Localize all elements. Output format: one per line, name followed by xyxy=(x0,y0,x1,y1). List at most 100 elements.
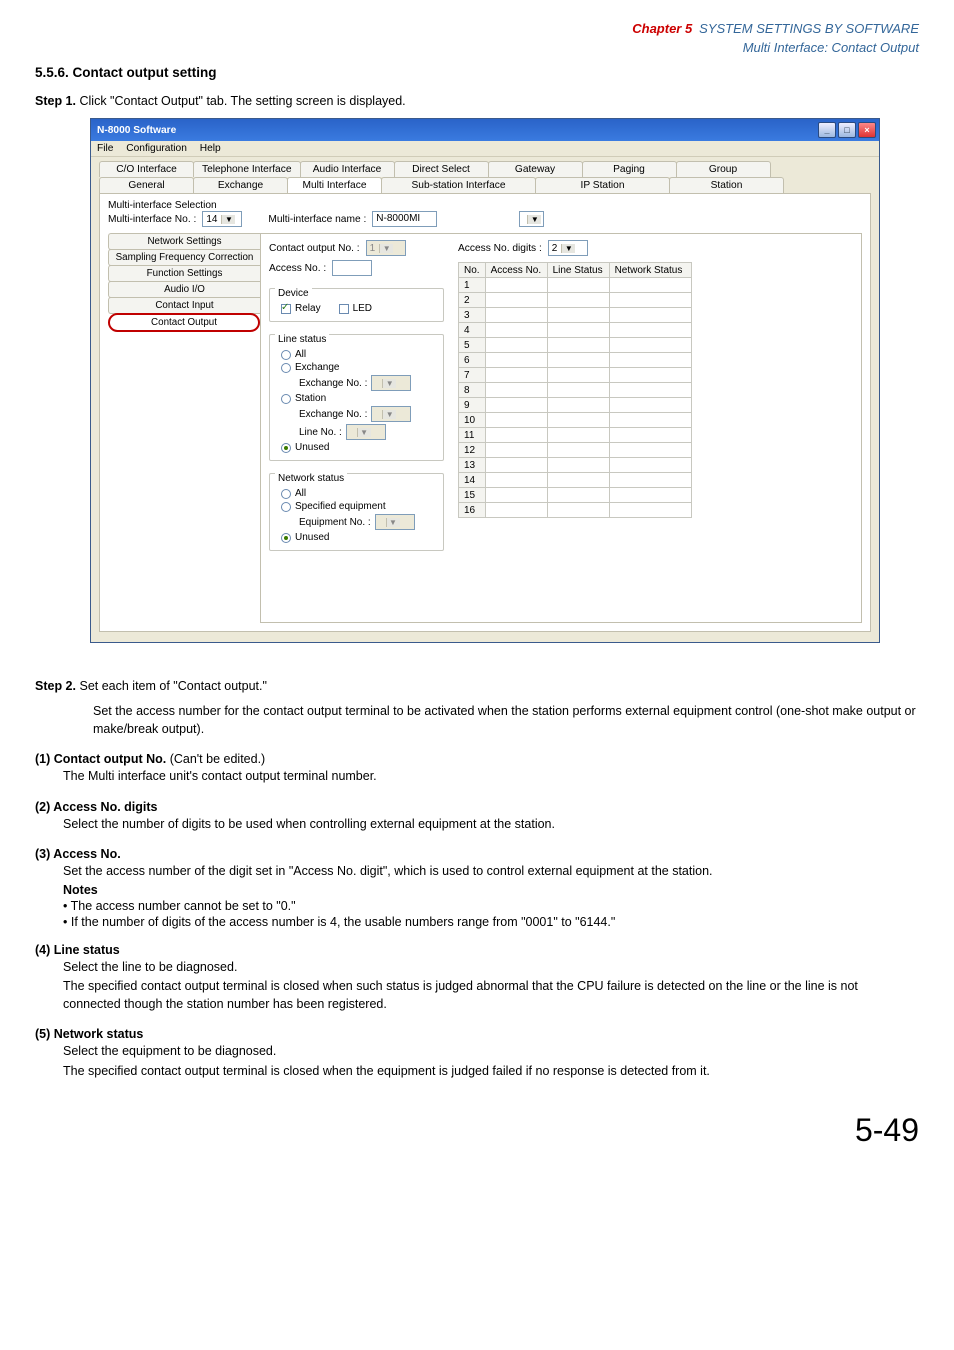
chapter-sub: Multi Interface: Contact Output xyxy=(743,40,919,55)
table-row[interactable]: 8 xyxy=(459,383,692,398)
table-row[interactable]: 1 xyxy=(459,278,692,293)
window-title: N-8000 Software xyxy=(97,125,176,136)
access-no-label: Access No. : xyxy=(269,263,326,274)
minimize-button[interactable]: _ xyxy=(818,122,836,138)
chapter-blue: SYSTEM SETTINGS BY SOFTWARE xyxy=(699,21,919,36)
line-exchange-radio[interactable] xyxy=(281,363,291,373)
d5-head: (5) Network status xyxy=(35,1027,919,1041)
tab-group[interactable]: Group xyxy=(676,161,771,177)
app-body: C/O Interface Telephone Interface Audio … xyxy=(91,157,879,642)
table-row[interactable]: 11 xyxy=(459,428,692,443)
d3-b1: • The access number cannot be set to "0.… xyxy=(63,899,919,913)
tab-substation-interface[interactable]: Sub-station Interface xyxy=(381,177,536,193)
output-grid: No. Access No. Line Status Network Statu… xyxy=(458,262,692,518)
mi-no-label: Multi-interface No. : xyxy=(108,214,196,225)
table-row[interactable]: 7 xyxy=(459,368,692,383)
access-no-input[interactable] xyxy=(332,260,372,276)
col-network-status: Network Status xyxy=(609,263,691,278)
sidetab-contact-output[interactable]: Contact Output xyxy=(108,313,260,332)
menu-file[interactable]: File xyxy=(97,143,113,154)
d4-head: (4) Line status xyxy=(35,943,919,957)
mi-name-input[interactable]: N-8000MI xyxy=(372,211,437,227)
chevron-down-icon: ▼ xyxy=(221,215,235,224)
app-window: N-8000 Software _ □ × File Configuration… xyxy=(90,118,880,643)
access-digits-select[interactable]: 2▼ xyxy=(548,240,588,256)
table-row[interactable]: 16 xyxy=(459,503,692,518)
d5-l1: Select the equipment to be diagnosed. xyxy=(63,1043,919,1061)
table-row[interactable]: 4 xyxy=(459,323,692,338)
d3-body: Set the access number of the digit set i… xyxy=(63,863,919,881)
contact-output-no-label: Contact output No. : xyxy=(269,243,360,254)
table-row[interactable]: 14 xyxy=(459,473,692,488)
d2-head-text: (2) Access No. digits xyxy=(35,800,158,814)
table-row[interactable]: 3 xyxy=(459,308,692,323)
mi-no-select[interactable]: 14▼ xyxy=(202,211,242,227)
net-all-radio[interactable] xyxy=(281,489,291,499)
relay-checkbox[interactable] xyxy=(281,304,291,314)
chevron-down-icon: ▼ xyxy=(527,215,541,224)
mi-selection-row: Multi-interface No. : 14▼ Multi-interfac… xyxy=(108,211,862,227)
tab-station[interactable]: Station xyxy=(669,177,784,193)
col-line-status: Line Status xyxy=(547,263,609,278)
sidetab-function-settings[interactable]: Function Settings xyxy=(108,265,260,282)
tab-audio-interface[interactable]: Audio Interface xyxy=(300,161,395,177)
table-row[interactable]: 5 xyxy=(459,338,692,353)
d5-l2: The specified contact output terminal is… xyxy=(63,1063,919,1081)
table-row[interactable]: 9 xyxy=(459,398,692,413)
tab-direct-select[interactable]: Direct Select xyxy=(394,161,489,177)
network-status-fieldset: Network status All Specified equipment E… xyxy=(269,467,444,551)
tab-co-interface[interactable]: C/O Interface xyxy=(99,161,194,177)
table-row[interactable]: 6 xyxy=(459,353,692,368)
led-checkbox[interactable] xyxy=(339,304,349,314)
grid-column: Access No. digits : 2▼ No. Access No. Li… xyxy=(458,240,692,614)
maximize-button[interactable]: □ xyxy=(838,122,856,138)
mi-name-label: Multi-interface name : xyxy=(268,214,366,225)
line-unused-radio[interactable] xyxy=(281,443,291,453)
table-row[interactable]: 10 xyxy=(459,413,692,428)
d1-head: (1) Contact output No. (Can't be edited.… xyxy=(35,752,919,766)
table-row[interactable]: 2 xyxy=(459,293,692,308)
d3-head: (3) Access No. xyxy=(35,847,919,861)
tab-multi-interface[interactable]: Multi Interface xyxy=(287,177,382,193)
top-tab-row-2: General Exchange Multi Interface Sub-sta… xyxy=(99,177,871,193)
line-exchange-label: Exchange xyxy=(295,362,339,373)
sidetab-contact-input[interactable]: Contact Input xyxy=(108,297,260,314)
line-all-radio[interactable] xyxy=(281,350,291,360)
net-unused-radio[interactable] xyxy=(281,533,291,543)
line-no-select: ▼ xyxy=(346,424,386,440)
d4-l1: Select the line to be diagnosed. xyxy=(63,959,919,977)
line-unused-label: Unused xyxy=(295,442,329,453)
d1-head-text: (1) Contact output No. xyxy=(35,752,166,766)
tab-telephone-interface[interactable]: Telephone Interface xyxy=(193,161,301,177)
net-spec-radio[interactable] xyxy=(281,502,291,512)
d2-body: Select the number of digits to be used w… xyxy=(63,816,919,834)
sidetab-sfc[interactable]: Sampling Frequency Correction xyxy=(108,249,260,266)
close-button[interactable]: × xyxy=(858,122,876,138)
menu-configuration[interactable]: Configuration xyxy=(126,143,187,154)
tab-general[interactable]: General xyxy=(99,177,194,193)
col-access-no: Access No. xyxy=(485,263,547,278)
chevron-down-icon: ▼ xyxy=(357,428,371,437)
d4-l2: The specified contact output terminal is… xyxy=(63,978,919,1013)
mi-extra-select[interactable]: ▼ xyxy=(519,211,544,227)
menu-help[interactable]: Help xyxy=(200,143,221,154)
sidetab-audio-io[interactable]: Audio I/O xyxy=(108,281,260,298)
table-row[interactable]: 12 xyxy=(459,443,692,458)
tab-ip-station[interactable]: IP Station xyxy=(535,177,670,193)
d5-head-text: (5) Network status xyxy=(35,1027,143,1041)
tab-paging[interactable]: Paging xyxy=(582,161,677,177)
table-row[interactable]: 15 xyxy=(459,488,692,503)
tab-gateway[interactable]: Gateway xyxy=(488,161,583,177)
d1-body: The Multi interface unit's contact outpu… xyxy=(63,768,919,786)
table-row[interactable]: 13 xyxy=(459,458,692,473)
line-st-exchange-no-select: ▼ xyxy=(371,406,411,422)
window-titlebar: N-8000 Software _ □ × xyxy=(91,119,879,141)
settings-column: Contact output No. : 1▼ Access No. : Dev… xyxy=(269,240,444,614)
step1-label: Step 1. xyxy=(35,94,76,108)
tab-exchange[interactable]: Exchange xyxy=(193,177,288,193)
sidetab-network-settings[interactable]: Network Settings xyxy=(108,233,260,250)
step2-title: Set each item of "Contact output." xyxy=(79,679,266,693)
step1-line: Step 1. Click "Contact Output" tab. The … xyxy=(35,94,919,108)
net-all-label: All xyxy=(295,488,306,499)
line-station-radio[interactable] xyxy=(281,394,291,404)
